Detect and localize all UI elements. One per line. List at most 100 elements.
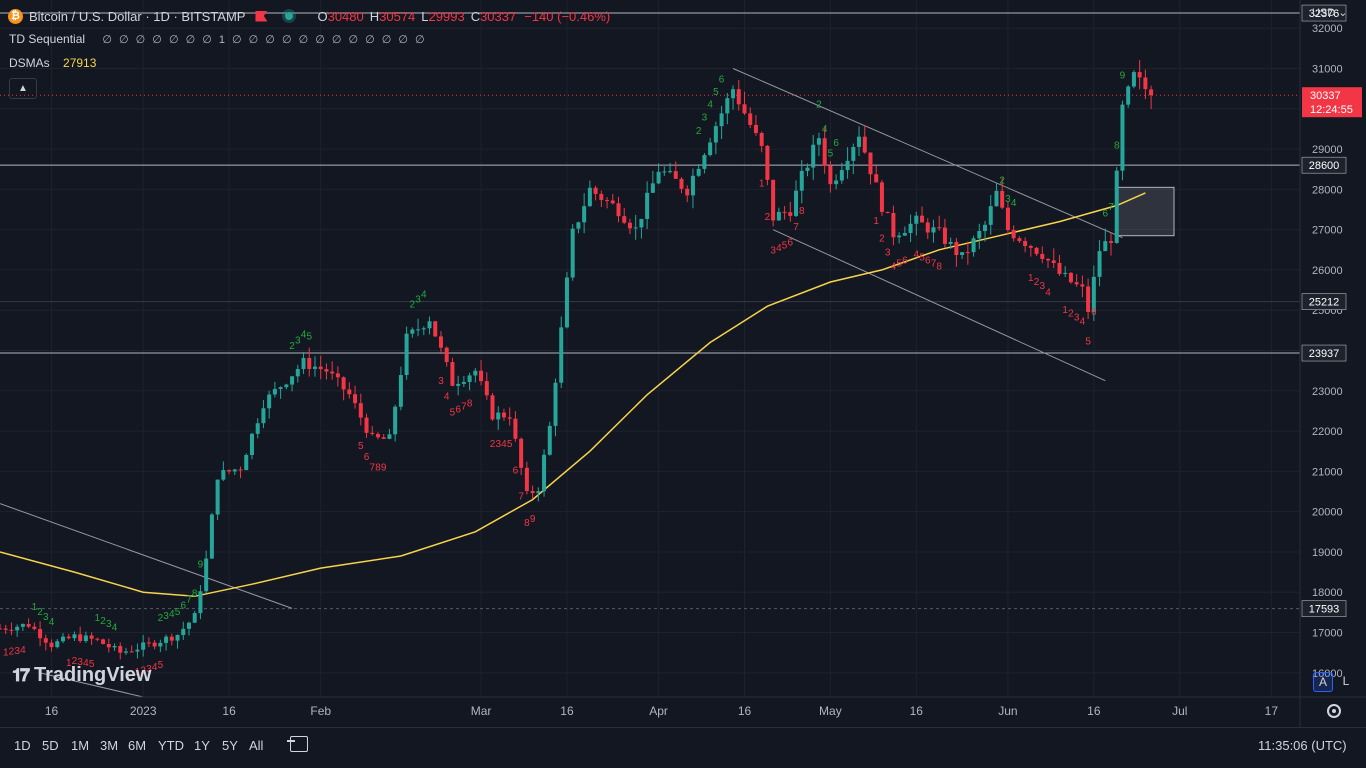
y-tick-label: 28000 <box>1312 184 1343 196</box>
td-sequential-legend[interactable]: TD Sequential ∅ ∅ ∅ ∅ ∅ ∅ ∅ 1 ∅ ∅ ∅ ∅ ∅ … <box>9 32 427 46</box>
candle-body <box>501 412 506 418</box>
candle-body <box>1109 241 1114 243</box>
candle-body <box>209 514 214 559</box>
td-count-label: 6 <box>902 255 908 266</box>
candle-body <box>822 138 827 166</box>
symbol-title[interactable]: Bitcoin / U.S. Dollar · 1D · BITSTAMP <box>29 9 245 24</box>
range-5d-button[interactable]: 5D <box>42 738 59 753</box>
range-all-button[interactable]: All <box>249 738 263 753</box>
candle-body <box>862 136 867 153</box>
currency-label: USD <box>1312 7 1336 19</box>
candle-body <box>1086 286 1091 312</box>
td-count-label: 2 <box>999 175 1005 186</box>
dsma-legend[interactable]: DSMAs 27913 <box>9 56 96 70</box>
candle-body <box>95 638 100 640</box>
range-5y-button[interactable]: 5Y <box>222 738 238 753</box>
candle-body <box>902 232 907 236</box>
target-box[interactable] <box>1116 186 1175 237</box>
range-1d-button[interactable]: 1D <box>14 738 31 753</box>
candle-body <box>891 213 896 238</box>
candle-body <box>164 636 169 643</box>
candle-body <box>272 388 277 395</box>
candle-body <box>1023 241 1028 247</box>
range-3m-button[interactable]: 3M <box>100 738 118 753</box>
range-ytd-button[interactable]: YTD <box>158 738 184 753</box>
candle-body <box>232 469 237 472</box>
y-tick-label: 23000 <box>1312 386 1343 398</box>
range-1y-button[interactable]: 1Y <box>194 738 210 753</box>
price-level-label: 23937 <box>1309 348 1340 360</box>
td-count-label: 4 <box>421 289 427 300</box>
log-scale-label: L <box>1342 674 1350 688</box>
candle-body <box>1126 86 1131 105</box>
candle-body <box>731 89 736 99</box>
candle-body <box>1063 272 1068 274</box>
candle-body <box>960 252 965 256</box>
candle-body <box>341 377 346 390</box>
candle-body <box>513 418 518 439</box>
candle-body <box>410 329 415 334</box>
candle-body <box>1051 260 1056 263</box>
auto-scale-button[interactable]: A <box>1313 672 1333 692</box>
tradingview-logo: 𝟏𝟕 TradingView <box>12 664 151 687</box>
range-6m-button[interactable]: 6M <box>128 738 146 753</box>
flag-icon[interactable] <box>255 10 268 22</box>
td-count-label: 7 <box>793 222 799 233</box>
market-status-icon <box>285 12 294 20</box>
gear-icon[interactable] <box>1327 704 1341 718</box>
open-value: 30480 <box>327 8 364 24</box>
chart-header: ₿ Bitcoin / U.S. Dollar · 1D · BITSTAMP … <box>8 6 610 26</box>
y-tick-label: 20000 <box>1312 507 1343 519</box>
candle-body <box>765 145 770 180</box>
candle-body <box>261 408 266 424</box>
candle-body <box>141 642 146 650</box>
logo-text: TradingView <box>34 664 152 686</box>
td-count-label: 6 <box>513 465 519 476</box>
chevron-down-icon: ⌄ <box>1338 7 1348 19</box>
candle-body <box>496 412 501 420</box>
candle-body <box>290 376 295 385</box>
price-chart[interactable]: 1 2 3 4 1 2 3 42 3 4 56789234 52 3 423456245623 467891… <box>0 0 1366 727</box>
candle-body <box>610 200 615 204</box>
td-count-label: 4 <box>1080 317 1086 328</box>
candle-body <box>192 613 197 623</box>
td-count-label: 6 <box>788 238 794 249</box>
td-count-label: 5 <box>306 332 312 343</box>
x-tick-label: Mar <box>471 704 492 718</box>
candle-body <box>645 192 650 219</box>
bar-countdown-label: 12:24:55 <box>1310 104 1353 116</box>
candle-body <box>954 241 959 256</box>
candle-body <box>112 646 117 648</box>
candle-body <box>1068 272 1073 283</box>
candle-body <box>702 155 707 169</box>
td-count-label: 4 <box>1045 288 1051 299</box>
x-tick-label: 16 <box>738 704 752 718</box>
utc-clock[interactable]: 11:35:06 (UTC) <box>1258 738 1347 753</box>
candle-body <box>249 433 254 456</box>
candle-body <box>456 383 461 386</box>
y-tick-label: 18000 <box>1312 587 1343 599</box>
candle-body <box>587 187 592 207</box>
currency-selector[interactable]: USD ⌄ <box>1312 6 1348 19</box>
candle-body <box>238 469 243 471</box>
x-tick-label: May <box>819 704 842 718</box>
candle-body <box>593 187 598 194</box>
candle-body <box>106 644 111 648</box>
candle-body <box>227 470 232 472</box>
candle-body <box>324 369 329 372</box>
candle-body <box>1143 77 1148 90</box>
log-scale-button[interactable]: L <box>1337 672 1355 690</box>
candle-body <box>15 626 20 631</box>
candle-body <box>656 171 661 184</box>
candle-body <box>1097 251 1102 277</box>
td-count-label: 3 <box>702 113 708 124</box>
td-count-label: 7 <box>1108 202 1114 213</box>
candle-body <box>60 636 65 642</box>
collapse-legend-button[interactable]: ▲ <box>9 78 37 99</box>
candle-body <box>49 642 54 648</box>
candle-body <box>753 124 758 134</box>
td-count-label: 3 <box>885 248 891 259</box>
calendar-range-icon[interactable] <box>287 736 308 752</box>
range-1m-button[interactable]: 1M <box>71 738 89 753</box>
y-tick-label: 29000 <box>1312 144 1343 156</box>
